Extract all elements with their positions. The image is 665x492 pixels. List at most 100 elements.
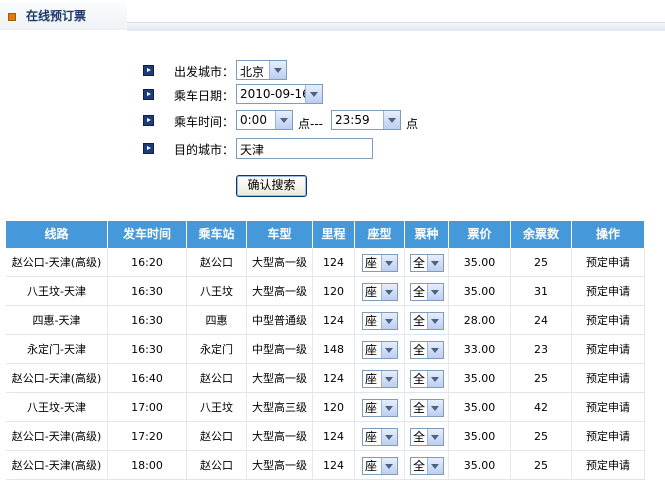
departure-select[interactable]: 北京 (236, 60, 287, 80)
time-from-select[interactable]: 0:00 (236, 110, 293, 130)
destination-value: 天津 (240, 143, 265, 157)
arrow-bullet-icon (143, 115, 154, 126)
chevron-down-icon[interactable] (427, 255, 443, 271)
select-value: 座 (365, 285, 378, 299)
chevron-down-icon[interactable] (381, 342, 397, 358)
chevron-down-icon[interactable] (269, 61, 286, 79)
chevron-down-icon[interactable] (427, 284, 443, 300)
column-header-departure-time: 发车时间 (108, 221, 187, 248)
chevron-down-icon[interactable] (427, 313, 443, 329)
cell-departure-time: 16:30 (108, 306, 187, 335)
cell-station: 八王坟 (187, 277, 247, 306)
cell-departure-time: 18:00 (108, 451, 187, 480)
chevron-down-icon[interactable] (427, 429, 443, 445)
ticket-type-select[interactable]: 全 (410, 370, 444, 388)
chevron-down-icon[interactable] (383, 111, 400, 129)
ticket-type-select[interactable]: 全 (410, 312, 444, 330)
column-header-remaining: 余票数 (511, 221, 572, 248)
cell-departure-time: 17:00 (108, 393, 187, 422)
cell-ticket-type: 全 (405, 422, 449, 451)
cell-route: 永定门-天津 (6, 335, 108, 364)
column-header-mileage: 里程 (313, 221, 355, 248)
reserve-link[interactable]: 预定申请 (572, 277, 645, 306)
chevron-down-icon[interactable] (381, 284, 397, 300)
select-value: 座 (365, 401, 378, 415)
select-value: 全 (413, 430, 426, 444)
cell-station: 永定门 (187, 335, 247, 364)
reserve-link[interactable]: 预定申请 (572, 393, 645, 422)
reserve-link[interactable]: 预定申请 (572, 335, 645, 364)
time-to-select[interactable]: 23:59 (331, 110, 401, 130)
ticket-type-select[interactable]: 全 (410, 457, 444, 475)
table-row: 赵公口-天津(高级) 18:00 赵公口 大型高一级 124 座 全 35.00 25 预定申请 (6, 451, 645, 480)
reserve-link[interactable]: 预定申请 (572, 422, 645, 451)
cell-mileage: 124 (313, 248, 355, 277)
cell-route: 赵公口-天津(高级) (6, 422, 108, 451)
seat-type-select[interactable]: 座 (362, 370, 398, 388)
column-header-action: 操作 (572, 221, 645, 248)
column-header-price: 票价 (449, 221, 511, 248)
cell-seat-type: 座 (355, 277, 405, 306)
chevron-down-icon[interactable] (427, 400, 443, 416)
departure-row: 出发城市： 北京 (0, 60, 665, 82)
arrow-bullet-icon (143, 89, 154, 100)
ticket-type-select[interactable]: 全 (410, 283, 444, 301)
date-select[interactable]: 2010-09-16 (236, 84, 323, 104)
reserve-link[interactable]: 预定申请 (572, 364, 645, 393)
select-value: 座 (365, 459, 378, 473)
select-value: 全 (413, 314, 426, 328)
chevron-down-icon[interactable] (381, 255, 397, 271)
cell-price: 35.00 (449, 277, 511, 306)
destination-input[interactable]: 天津 (236, 138, 373, 159)
seat-type-select[interactable]: 座 (362, 428, 398, 446)
seat-type-select[interactable]: 座 (362, 312, 398, 330)
cell-ticket-type: 全 (405, 451, 449, 480)
cell-route: 赵公口-天津(高级) (6, 451, 108, 480)
cell-station: 赵公口 (187, 248, 247, 277)
chevron-down-icon[interactable] (381, 400, 397, 416)
chevron-down-icon[interactable] (427, 342, 443, 358)
chevron-down-icon[interactable] (381, 429, 397, 445)
seat-type-select[interactable]: 座 (362, 341, 398, 359)
cell-departure-time: 16:20 (108, 248, 187, 277)
ticket-type-select[interactable]: 全 (410, 428, 444, 446)
reserve-link[interactable]: 预定申请 (572, 451, 645, 480)
select-value: 全 (413, 372, 426, 386)
chevron-down-icon[interactable] (275, 111, 292, 129)
ticket-type-select[interactable]: 全 (410, 341, 444, 359)
time-to-value: 23:59 (335, 113, 370, 127)
chevron-down-icon[interactable] (381, 371, 397, 387)
seat-type-select[interactable]: 座 (362, 457, 398, 475)
search-button[interactable]: 确认搜索 (236, 175, 307, 197)
cell-bus-type: 大型高一级 (247, 451, 313, 480)
select-value: 全 (413, 256, 426, 270)
column-header-ticket-type: 票种 (405, 221, 449, 248)
column-header-seat-type: 座型 (355, 221, 405, 248)
reserve-link[interactable]: 预定申请 (572, 306, 645, 335)
cell-ticket-type: 全 (405, 393, 449, 422)
seat-type-select[interactable]: 座 (362, 254, 398, 272)
chevron-down-icon[interactable] (381, 458, 397, 474)
chevron-down-icon[interactable] (427, 371, 443, 387)
select-value: 座 (365, 314, 378, 328)
select-value: 座 (365, 256, 378, 270)
reserve-link[interactable]: 预定申请 (572, 248, 645, 277)
cell-price: 35.00 (449, 451, 511, 480)
ticket-type-select[interactable]: 全 (410, 399, 444, 417)
cell-mileage: 124 (313, 306, 355, 335)
cell-departure-time: 17:20 (108, 422, 187, 451)
ticket-type-select[interactable]: 全 (410, 254, 444, 272)
cell-route: 八王坟-天津 (6, 393, 108, 422)
chevron-down-icon[interactable] (427, 458, 443, 474)
seat-type-select[interactable]: 座 (362, 399, 398, 417)
cell-ticket-type: 全 (405, 306, 449, 335)
cell-price: 35.00 (449, 393, 511, 422)
select-value: 全 (413, 401, 426, 415)
table-row: 永定门-天津 16:30 永定门 中型高一级 148 座 全 33.00 23 预定申请 (6, 335, 645, 364)
cell-bus-type: 大型高三级 (247, 393, 313, 422)
select-value: 全 (413, 285, 426, 299)
chevron-down-icon[interactable] (305, 85, 322, 103)
cell-seat-type: 座 (355, 364, 405, 393)
seat-type-select[interactable]: 座 (362, 283, 398, 301)
chevron-down-icon[interactable] (381, 313, 397, 329)
